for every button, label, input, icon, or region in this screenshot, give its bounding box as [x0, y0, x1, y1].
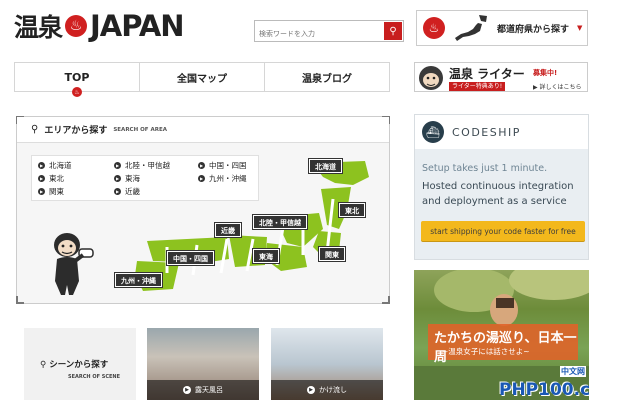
- area-search-header: ⚲ エリアから探す SEARCH OF AREA: [17, 117, 389, 143]
- scene-search-subtitle: SEARCH OF SCENE: [68, 374, 121, 380]
- map-label-chugoku[interactable]: 中国・四国: [167, 251, 214, 265]
- map-pin-icon: ⚲: [31, 124, 39, 135]
- arrow-bullet-icon: ▶: [183, 386, 191, 394]
- logo-kanji: 温泉: [14, 13, 63, 42]
- region-link-hokkaido[interactable]: ▶ 北海道: [38, 160, 72, 171]
- caret-down-icon: ▼: [577, 24, 583, 32]
- map-label-kyushu[interactable]: 九州・沖縄: [115, 273, 162, 287]
- codeship-ad[interactable]: ⛴ CODESHIP Setup takes just 1 minute. Ho…: [414, 114, 589, 260]
- map-label-tohoku[interactable]: 東北: [339, 203, 365, 217]
- search-icon: ⚲: [40, 360, 47, 370]
- scene-card-label: 露天風呂: [195, 386, 223, 394]
- monkey-mascot: [54, 233, 94, 295]
- scene-card-caption: ▶ かけ流し: [271, 380, 383, 400]
- japan-map-icon: [455, 15, 487, 41]
- more-link[interactable]: ▶ 詳しくはこちら: [533, 82, 582, 91]
- perk-badge: ライター特典あり!: [449, 82, 506, 91]
- scene-card-outdoor-bath[interactable]: ▶ 露天風呂: [147, 328, 259, 400]
- map-label-kanto[interactable]: 関東: [319, 247, 345, 261]
- region-label: 関東: [49, 187, 64, 196]
- tab-label: 温泉ブログ: [302, 73, 352, 85]
- scene-search-title: ⚲ シーンから探す: [40, 358, 108, 370]
- onsen-ad-subtitle: ~温泉女子には話させよ~: [442, 347, 530, 356]
- map-label-hokkaido[interactable]: 北海道: [309, 159, 342, 173]
- more-link-label: 詳しくはこちら: [539, 84, 582, 91]
- map-label-tokai[interactable]: 東海: [253, 249, 279, 263]
- monkey-mascot-icon: [419, 66, 443, 90]
- map-label-hokuriku[interactable]: 北陸・甲信越: [253, 215, 307, 229]
- scene-card-free-flowing[interactable]: ▶ かけ流し: [271, 328, 383, 400]
- site-logo[interactable]: 温泉 ♨ JAPAN: [14, 8, 185, 44]
- arrow-bullet-icon: ▶: [38, 162, 45, 169]
- codeship-header: ⛴ CODESHIP: [415, 115, 588, 149]
- recruit-label: 募集中!: [533, 69, 558, 77]
- scene-search-title-text: シーンから探す: [49, 360, 109, 370]
- onsen-icon: ♨: [423, 17, 445, 39]
- search-button[interactable]: ⚲: [384, 22, 402, 40]
- region-link-tohoku[interactable]: ▶ 東北: [38, 173, 64, 184]
- watermark: PHP100.com: [499, 380, 589, 400]
- writer-title: 温泉 ライター: [449, 67, 525, 81]
- scene-card-label: かけ流し: [319, 386, 347, 394]
- arrow-bullet-icon: ▶: [307, 386, 315, 394]
- frame-corner: [16, 296, 24, 304]
- codeship-description: Hosted continuous integration and deploy…: [422, 181, 574, 207]
- onsen-icon: ♨: [65, 15, 88, 37]
- tab-national-map[interactable]: 全国マップ: [140, 63, 265, 91]
- writer-recruit-banner[interactable]: 温泉 ライター 募集中! ライター特典あり! ▶ 詳しくはこちら: [414, 62, 588, 92]
- arrow-bullet-icon: ▶: [38, 175, 45, 182]
- search-icon: ⚲: [389, 25, 397, 37]
- main-nav: TOP ♨ 全国マップ 温泉ブログ: [14, 62, 390, 97]
- search-box: ⚲: [254, 20, 404, 44]
- codeship-tagline: Setup takes just 1 minute.: [422, 163, 548, 174]
- scene-search-row: ⚲ シーンから探す SEARCH OF SCENE ▶ 露天風呂 ▶ かけ流し: [16, 322, 390, 400]
- area-search-panel: ⚲ エリアから探す SEARCH OF AREA ▶ 北海道 ▶ 東北 ▶ 関東…: [16, 116, 390, 304]
- map-label-kinki[interactable]: 近畿: [215, 223, 241, 237]
- watermark-small: 中文网: [560, 366, 586, 377]
- region-label: 東北: [49, 174, 64, 183]
- codeship-cta-button[interactable]: start shipping your code faster for free: [421, 221, 585, 241]
- tab-top[interactable]: TOP ♨: [15, 63, 140, 97]
- tab-label: TOP: [64, 70, 90, 84]
- onsen-icon: ♨: [72, 87, 82, 97]
- tab-onsen-blog[interactable]: 温泉ブログ: [265, 63, 389, 91]
- prefecture-label: 都道府県から探す: [497, 24, 570, 35]
- onsen-photo-ad[interactable]: たかちの湯巡り、日本一周 ~温泉女子には話させよ~ 中文网 PHP100.com: [414, 270, 589, 400]
- tab-label: 全国マップ: [177, 73, 227, 85]
- onsen-ad-banner: たかちの湯巡り、日本一周 ~温泉女子には話させよ~: [428, 324, 578, 365]
- logo-latin: JAPAN: [90, 9, 185, 43]
- region-link-kanto[interactable]: ▶ 関東: [38, 186, 64, 197]
- area-search-subtitle: SEARCH OF AREA: [113, 126, 167, 133]
- search-input[interactable]: [255, 24, 385, 44]
- codeship-brand: CODESHIP: [452, 125, 521, 139]
- area-search-title: エリアから探す: [44, 126, 108, 136]
- ship-icon: ⛴: [422, 121, 444, 143]
- region-label: 北海道: [49, 161, 72, 170]
- scene-card-caption: ▶ 露天風呂: [147, 380, 259, 400]
- arrow-bullet-icon: ▶: [38, 188, 45, 195]
- scene-search-card[interactable]: ⚲ シーンから探す SEARCH OF SCENE: [24, 328, 136, 400]
- prefecture-selector[interactable]: ♨ 都道府県から探す ▼: [416, 10, 588, 46]
- frame-corner: [382, 296, 390, 304]
